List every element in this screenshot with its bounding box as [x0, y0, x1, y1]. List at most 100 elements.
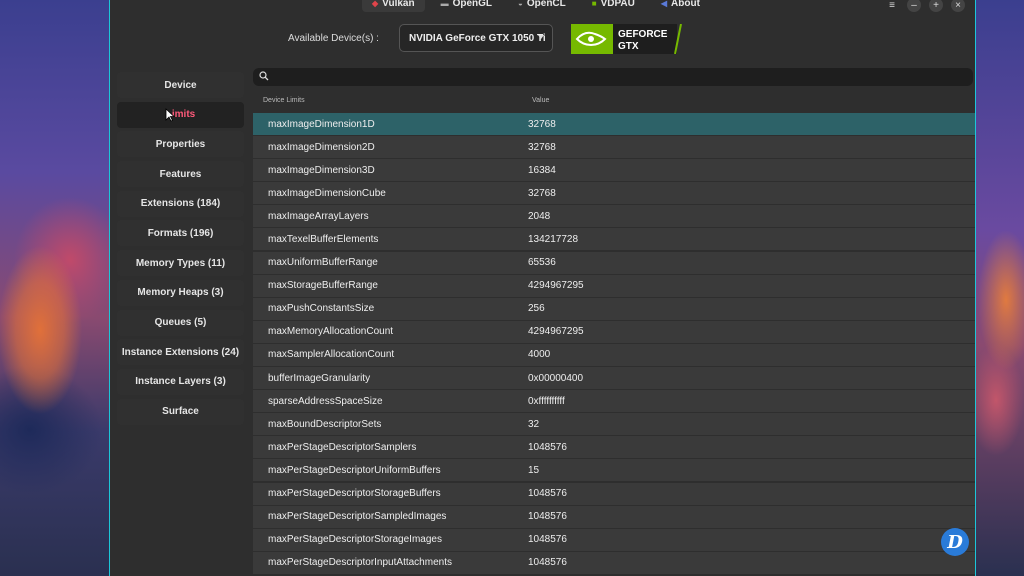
- limit-name: maxPerStageDescriptorStorageImages: [268, 534, 442, 546]
- limit-value: 134217728: [528, 233, 579, 245]
- limit-value: 32768: [528, 118, 556, 130]
- table-row[interactable]: maxPerStageDescriptorInputAttachments 104…: [253, 551, 975, 574]
- desktop-wallpaper-right: [976, 0, 1024, 576]
- limit-name: maxPerStageDescriptorUniformBuffers: [268, 464, 441, 476]
- mouse-cursor-icon: [165, 107, 175, 122]
- sidebar-item-label: Extensions (184): [140, 198, 221, 210]
- table-row[interactable]: maxPerStageDescriptorSampledImages 104857…: [253, 505, 975, 528]
- limit-value: 4294967295: [528, 326, 584, 338]
- header-bar: ◆ Vulkan ▬ OpenGL ◒ OpenCL ■ VDPAU ◀ Abo…: [110, 0, 975, 14]
- tab-label: OpenGL: [452, 0, 493, 9]
- device-select[interactable]: NVIDIA GeForce GTX 1050 Ti: [399, 24, 553, 52]
- app-badge-icon: D: [941, 528, 969, 556]
- table-row[interactable]: maxPerStageDescriptorUniformBuffers 15: [253, 459, 975, 482]
- opencl-icon: ◒: [518, 0, 523, 8]
- vulkan-icon: ◆: [372, 0, 379, 8]
- sidebar-item-instance-extensions[interactable]: Instance Extensions (24): [117, 339, 244, 366]
- sidebar-item-instance-layers[interactable]: Instance Layers (3): [117, 368, 244, 395]
- tab-about[interactable]: ◀ About: [651, 0, 710, 12]
- table-row[interactable]: maxPerStageDescriptorSamplers 1048576: [253, 436, 975, 459]
- table-row[interactable]: bufferImageGranularity 0x00000400: [253, 367, 975, 390]
- table-row[interactable]: maxImageDimensionCube 32768: [253, 182, 975, 205]
- limit-name: maxBoundDescriptorSets: [268, 418, 382, 430]
- sidebar-item-label: Instance Layers (3): [135, 376, 226, 388]
- sidebar-item-properties[interactable]: Properties: [117, 131, 244, 158]
- limit-name: maxMemoryAllocationCount: [268, 326, 394, 338]
- limit-name: bufferImageGranularity: [268, 372, 371, 384]
- limit-name: maxPerStageDescriptorSamplers: [268, 441, 417, 453]
- logo-text-gtx: GTX: [618, 41, 639, 52]
- sidebar-item-queues[interactable]: Queues (5): [117, 309, 244, 336]
- tab-vdpau[interactable]: ■ VDPAU: [582, 0, 645, 12]
- sidebar-item-device[interactable]: Device: [117, 72, 244, 98]
- table-row[interactable]: maxPerStageDescriptorStorageImages 104857…: [253, 528, 975, 551]
- sidebar-item-memory-heaps[interactable]: Memory Heaps (3): [117, 279, 244, 306]
- table-row[interactable]: maxPerStageDescriptorStorageBuffers 10485…: [253, 482, 975, 505]
- tab-opencl[interactable]: ◒ OpenCL: [508, 0, 576, 12]
- limit-name: maxPerStageDescriptorInputAttachments: [268, 557, 452, 569]
- minimize-icon[interactable]: –: [907, 0, 921, 12]
- maximize-icon[interactable]: +: [929, 0, 943, 12]
- limit-name: maxImageDimensionCube: [268, 187, 386, 199]
- sidebar-item-formats[interactable]: Formats (196): [117, 220, 244, 247]
- sidebar-item-label: Formats (196): [147, 227, 214, 239]
- about-icon: ◀: [660, 0, 668, 8]
- geforce-gtx-logo: GEFORCE GTX: [571, 24, 682, 54]
- table-row[interactable]: maxImageArrayLayers 2048: [253, 205, 975, 228]
- table-row[interactable]: maxTexelBufferElements 134217728: [253, 228, 975, 251]
- limit-name: maxPushConstantsSize: [268, 303, 375, 315]
- limit-value: 1048576: [528, 534, 567, 546]
- sidebar-item-label: Device: [164, 79, 197, 91]
- table-row[interactable]: maxMemoryAllocationCount 4294967295: [253, 320, 975, 343]
- limit-name: sparseAddressSpaceSize: [268, 395, 383, 407]
- limit-name: maxPerStageDescriptorSampledImages: [268, 511, 447, 523]
- limit-value: 1048576: [528, 441, 567, 453]
- tab-vulkan[interactable]: ◆ Vulkan: [362, 0, 425, 12]
- column-header-device-limits[interactable]: Device Limits: [263, 97, 305, 104]
- limit-value: 4294967295: [528, 280, 584, 292]
- logo-text-geforce: GEFORCE: [618, 29, 668, 40]
- limit-name: maxImageArrayLayers: [268, 210, 369, 222]
- tab-label: Vulkan: [382, 0, 415, 9]
- table-row[interactable]: sparseAddressSpaceSize 0xffffffffff: [253, 390, 975, 413]
- tab-bar: ◆ Vulkan ▬ OpenGL ◒ OpenCL ■ VDPAU ◀ Abo…: [362, 0, 710, 12]
- table-row[interactable]: maxImageDimension2D 32768: [253, 136, 975, 159]
- limit-value: 16384: [528, 164, 556, 176]
- sidebar-item-label: Surface: [162, 406, 199, 418]
- tab-opengl[interactable]: ▬ OpenGL: [431, 0, 502, 12]
- limit-name: maxTexelBufferElements: [268, 233, 379, 245]
- limit-value: 65536: [528, 257, 556, 269]
- sidebar-item-extensions[interactable]: Extensions (184): [117, 190, 244, 217]
- table-row[interactable]: maxStorageBufferRange 4294967295: [253, 274, 975, 297]
- limit-value: 2048: [528, 210, 551, 222]
- tab-label: VDPAU: [600, 0, 635, 9]
- table-row[interactable]: maxPushConstantsSize 256: [253, 297, 975, 320]
- desktop-wallpaper-left: [0, 0, 110, 576]
- device-select-value: NVIDIA GeForce GTX 1050 Ti: [409, 32, 546, 44]
- limit-name: maxImageDimension3D: [268, 164, 375, 176]
- sidebar-item-limits[interactable]: Limits: [117, 101, 244, 128]
- table-row[interactable]: maxBoundDescriptorSets 32: [253, 413, 975, 436]
- close-icon[interactable]: ×: [951, 0, 965, 12]
- sidebar-item-surface[interactable]: Surface: [117, 398, 244, 425]
- limit-value: 0xffffffffff: [528, 395, 565, 407]
- sidebar-item-memory-types[interactable]: Memory Types (11): [117, 250, 244, 277]
- table-row[interactable]: maxSamplerAllocationCount 4000: [253, 343, 975, 366]
- limit-name: maxStorageBufferRange: [268, 280, 378, 292]
- sidebar-item-label: Memory Heaps (3): [137, 287, 224, 299]
- menu-icon[interactable]: ≡: [885, 0, 899, 12]
- sidebar: Device Limits Properties Features Extens…: [117, 72, 244, 428]
- table-row[interactable]: maxUniformBufferRange 65536: [253, 251, 975, 274]
- sidebar-item-features[interactable]: Features: [117, 161, 244, 188]
- sidebar-item-label: Properties: [155, 138, 206, 150]
- sidebar-item-label: Features: [159, 168, 202, 180]
- limits-table: maxImageDimension1D 32768 maxImageDimensio…: [253, 113, 975, 575]
- limit-value: 256: [528, 303, 545, 315]
- table-row[interactable]: maxImageDimension3D 16384: [253, 159, 975, 182]
- column-header-value[interactable]: Value: [532, 97, 549, 104]
- limit-name: maxImageDimension2D: [268, 141, 375, 153]
- search-input[interactable]: [253, 68, 973, 86]
- limit-value: 1048576: [528, 557, 567, 569]
- sidebar-item-label: Queues (5): [154, 317, 207, 328]
- table-row[interactable]: maxImageDimension1D 32768: [253, 113, 975, 135]
